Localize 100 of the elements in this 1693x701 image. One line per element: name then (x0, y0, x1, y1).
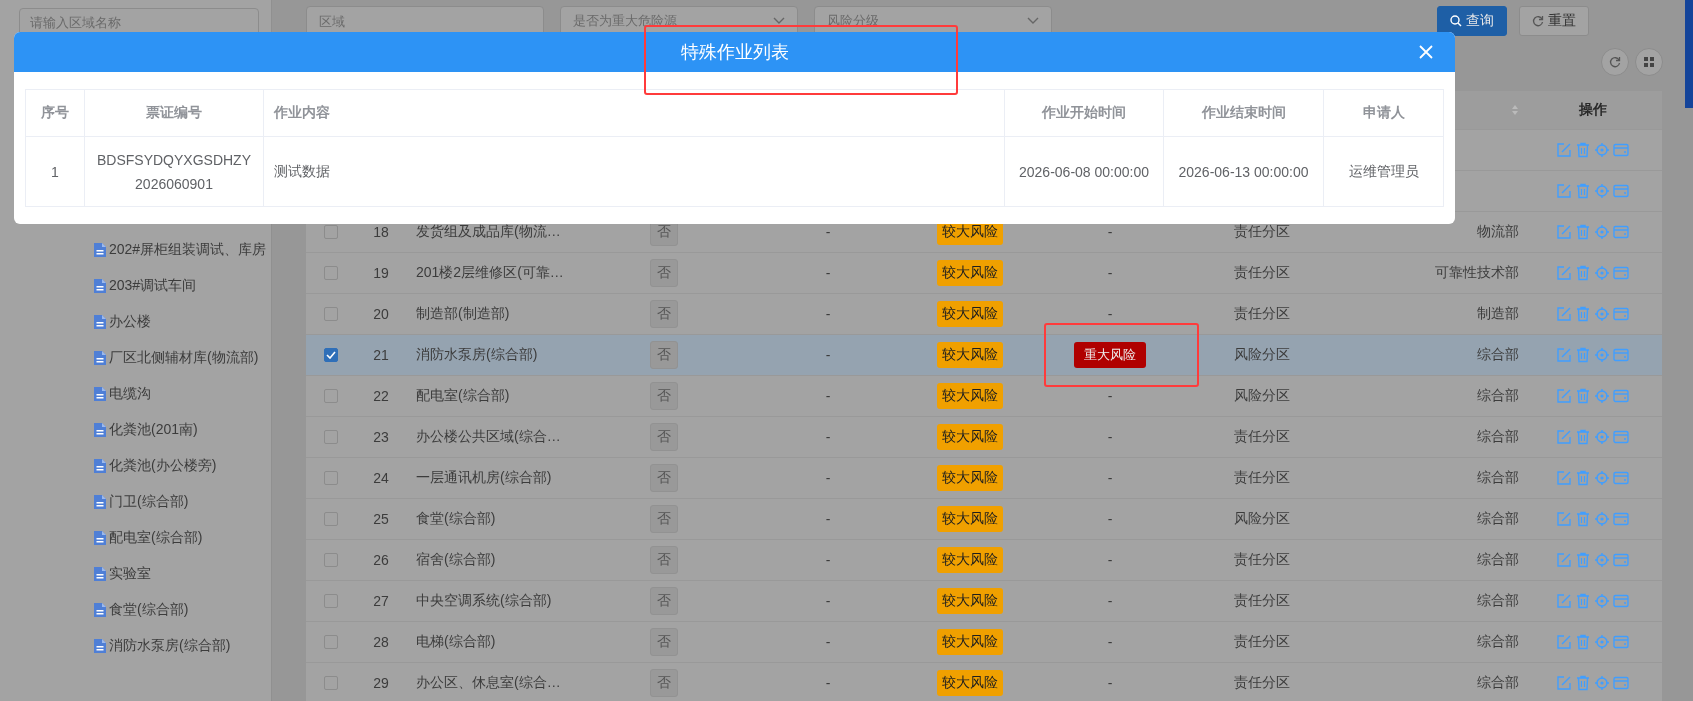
risk-badge: 较大风险 (937, 383, 1003, 409)
table-row[interactable]: 19 201楼2层维修区(可靠… 否 - 较大风险 - 责任分区 可靠性技术部 (306, 253, 1662, 294)
risk-badge: 较大风险 (937, 629, 1003, 655)
card-icon[interactable] (1613, 511, 1629, 527)
refresh-button[interactable] (1601, 48, 1629, 76)
trash-icon[interactable] (1575, 593, 1591, 609)
trash-icon[interactable] (1575, 347, 1591, 363)
card-icon[interactable] (1613, 142, 1629, 158)
crosshair-icon[interactable] (1594, 511, 1610, 527)
card-icon[interactable] (1613, 306, 1629, 322)
tree-item[interactable]: 办公楼 (109, 313, 151, 331)
tree-item[interactable]: 厂区北侧辅材库(物流部) (109, 349, 259, 367)
table-cell: 风险分区 (1233, 510, 1290, 528)
edit-icon[interactable] (1556, 552, 1572, 568)
edit-icon[interactable] (1556, 470, 1572, 486)
crosshair-icon[interactable] (1594, 470, 1610, 486)
edit-icon[interactable] (1556, 593, 1572, 609)
trash-icon[interactable] (1575, 388, 1591, 404)
close-button[interactable] (1419, 45, 1433, 59)
crosshair-icon[interactable] (1594, 675, 1610, 691)
card-icon[interactable] (1613, 429, 1629, 445)
edit-icon[interactable] (1556, 142, 1572, 158)
card-icon[interactable] (1613, 183, 1629, 199)
edit-icon[interactable] (1556, 183, 1572, 199)
tree-item[interactable]: 202#屏柜组装调试、库房 (109, 241, 267, 259)
tree-item[interactable]: 消防水泵房(综合部) (109, 637, 231, 655)
grid-button[interactable] (1635, 48, 1663, 76)
card-icon[interactable] (1613, 675, 1629, 691)
table-row[interactable]: 23 办公楼公共区域(综合… 否 - 较大风险 - 责任分区 综合部 (306, 417, 1662, 458)
edit-icon[interactable] (1556, 224, 1572, 240)
card-icon[interactable] (1613, 552, 1629, 568)
edit-icon[interactable] (1556, 347, 1572, 363)
crosshair-icon[interactable] (1594, 388, 1610, 404)
table-cell: 26 (373, 552, 389, 568)
reset-button[interactable]: 重置 (1519, 6, 1589, 36)
trash-icon[interactable] (1575, 552, 1591, 568)
crosshair-icon[interactable] (1594, 306, 1610, 322)
tree-item[interactable]: 配电室(综合部) (109, 529, 203, 547)
trash-icon[interactable] (1575, 675, 1591, 691)
tree-item[interactable]: 化粪池(201南) (109, 421, 198, 439)
table-row[interactable]: 21 消防水泵房(综合部) 否 - 较大风险 重大风险 风险分区 综合部 (306, 335, 1662, 376)
edit-icon[interactable] (1556, 306, 1572, 322)
table-cell: 电梯(综合部) (416, 633, 496, 651)
tree-item[interactable]: 实验室 (109, 565, 151, 583)
tree-item[interactable]: 电缆沟 (109, 385, 151, 403)
edit-icon[interactable] (1556, 429, 1572, 445)
trash-icon[interactable] (1575, 183, 1591, 199)
trash-icon[interactable] (1575, 429, 1591, 445)
table-cell: 风险分区 (1233, 346, 1290, 364)
card-icon[interactable] (1613, 224, 1629, 240)
search-button[interactable]: 查询 (1437, 6, 1507, 36)
crosshair-icon[interactable] (1594, 142, 1610, 158)
table-row[interactable]: 24 一层通讯机房(综合部) 否 - 较大风险 - 责任分区 综合部 (306, 458, 1662, 499)
table-row[interactable]: 26 宿舍(综合部) 否 - 较大风险 - 责任分区 综合部 (306, 540, 1662, 581)
card-icon[interactable] (1613, 634, 1629, 650)
table-cell: 201楼2层维修区(可靠… (416, 264, 564, 282)
crosshair-icon[interactable] (1594, 593, 1610, 609)
crosshair-icon[interactable] (1594, 183, 1610, 199)
trash-icon[interactable] (1575, 634, 1591, 650)
edit-icon[interactable] (1556, 388, 1572, 404)
close-icon (1419, 45, 1433, 59)
tree-item[interactable]: 门卫(综合部) (109, 493, 189, 511)
tree-item[interactable]: 化粪池(办公楼旁) (109, 457, 217, 475)
checkbox[interactable] (324, 225, 338, 239)
card-icon[interactable] (1613, 347, 1629, 363)
crosshair-icon[interactable] (1594, 265, 1610, 281)
risk-badge: 较大风险 (937, 588, 1003, 614)
trash-icon[interactable] (1575, 142, 1591, 158)
trash-icon[interactable] (1575, 470, 1591, 486)
edit-icon[interactable] (1556, 265, 1572, 281)
card-icon[interactable] (1613, 265, 1629, 281)
checkbox[interactable] (324, 348, 338, 362)
card-icon[interactable] (1613, 593, 1629, 609)
tree-item[interactable]: 203#调试车间 (109, 277, 197, 295)
edit-icon[interactable] (1556, 675, 1572, 691)
tree-item[interactable]: 食堂(综合部) (109, 601, 189, 619)
table-row[interactable]: 28 电梯(综合部) 否 - 较大风险 - 责任分区 综合部 (306, 622, 1662, 663)
table-row[interactable]: 29 办公区、休息室(综合… 否 - 较大风险 - 责任分区 综合部 (306, 663, 1662, 701)
edit-icon[interactable] (1556, 634, 1572, 650)
table-row[interactable]: 22 配电室(综合部) 否 - 较大风险 - 风险分区 综合部 (306, 376, 1662, 417)
crosshair-icon[interactable] (1594, 552, 1610, 568)
column-header: 作业结束时间 (1201, 104, 1286, 122)
crosshair-icon[interactable] (1594, 634, 1610, 650)
trash-icon[interactable] (1575, 265, 1591, 281)
column-header: 序号 (41, 104, 69, 122)
crosshair-icon[interactable] (1594, 224, 1610, 240)
table-row[interactable]: 27 中央空调系统(综合部) 否 - 较大风险 - 责任分区 综合部 (306, 581, 1662, 622)
edit-icon[interactable] (1556, 511, 1572, 527)
trash-icon[interactable] (1575, 511, 1591, 527)
status-tag: 否 (649, 300, 678, 328)
table-row[interactable]: 25 食堂(综合部) 否 - 较大风险 - 风险分区 综合部 (306, 499, 1662, 540)
trash-icon[interactable] (1575, 224, 1591, 240)
document-icon (93, 530, 107, 546)
trash-icon[interactable] (1575, 306, 1591, 322)
crosshair-icon[interactable] (1594, 429, 1610, 445)
document-icon (93, 458, 107, 474)
card-icon[interactable] (1613, 470, 1629, 486)
side-tab[interactable] (1685, 0, 1693, 108)
crosshair-icon[interactable] (1594, 347, 1610, 363)
card-icon[interactable] (1613, 388, 1629, 404)
